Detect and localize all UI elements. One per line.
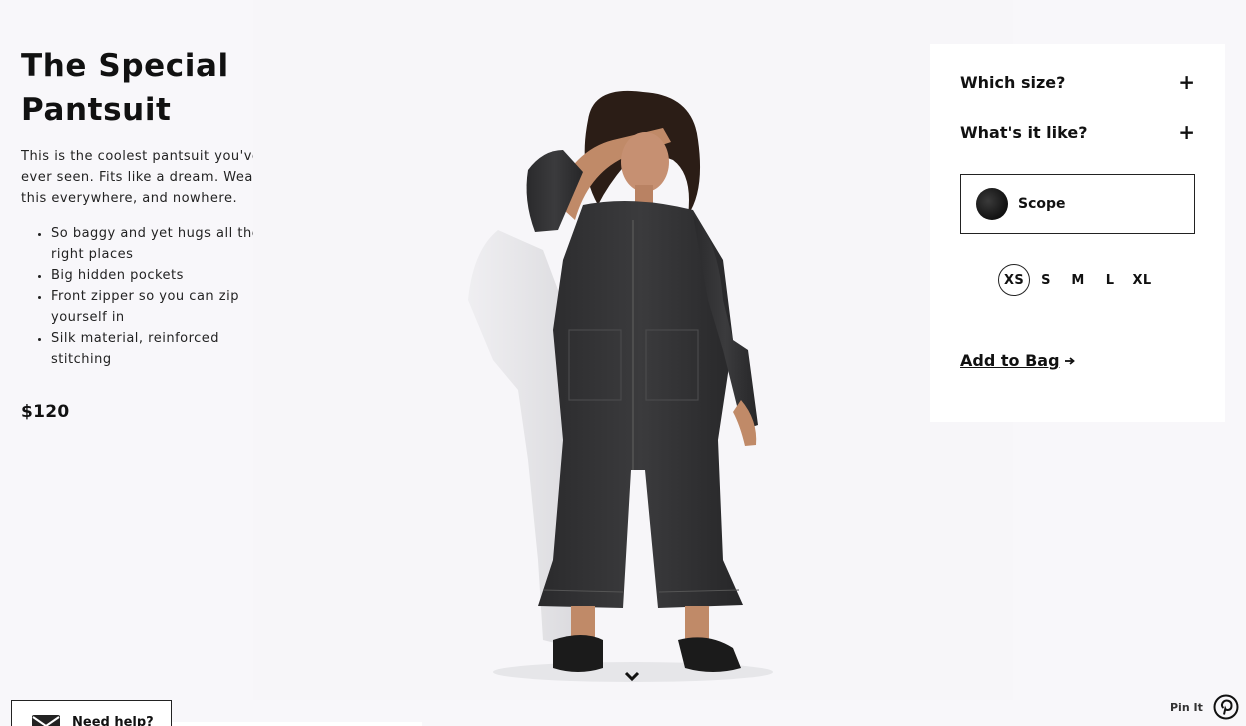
product-title: The Special Pantsuit — [21, 44, 281, 132]
accordion-label: What's it like? — [960, 122, 1088, 142]
color-swatch — [976, 188, 1008, 220]
accordion-which-size[interactable]: Which size? + — [960, 71, 1195, 93]
feature-item: Big hidden pockets — [38, 265, 281, 286]
feature-list: So baggy and yet hugs all the right plac… — [21, 223, 281, 370]
chevron-down-icon[interactable] — [624, 670, 640, 682]
feature-item: Front zipper so you can zip yourself in — [38, 286, 281, 328]
product-title-line1: The Special — [21, 48, 229, 84]
add-to-bag-button[interactable]: Add to Bag — [960, 351, 1076, 370]
size-selector: XS S M L XL — [998, 264, 1158, 296]
purchase-panel: Which size? + What's it like? + Scope XS… — [930, 44, 1225, 422]
pinterest-icon — [1213, 694, 1239, 720]
pin-it-button[interactable]: Pin It — [1170, 694, 1239, 720]
pin-it-label: Pin It — [1170, 700, 1203, 714]
envelope-icon — [32, 715, 60, 726]
size-option-s[interactable]: S — [1030, 264, 1062, 296]
size-option-m[interactable]: M — [1062, 264, 1094, 296]
product-photo — [253, 0, 1013, 700]
color-selector[interactable]: Scope — [960, 174, 1195, 234]
need-help-label: Need help? — [72, 715, 154, 726]
product-info: The Special Pantsuit This is the coolest… — [21, 44, 281, 422]
size-option-xs[interactable]: XS — [998, 264, 1030, 296]
plus-icon: + — [1178, 70, 1195, 94]
color-label: Scope — [1018, 196, 1066, 212]
product-price: $120 — [21, 402, 70, 422]
accordion-whats-it-like[interactable]: What's it like? + — [960, 121, 1195, 143]
feature-item: Silk material, reinforced stitching — [38, 328, 281, 370]
product-title-line2: Pantsuit — [21, 92, 172, 128]
product-description: This is the coolest pantsuit you've ever… — [21, 149, 261, 206]
arrow-right-icon — [1064, 356, 1075, 365]
feature-item: So baggy and yet hugs all the right plac… — [38, 223, 281, 265]
add-to-bag-label: Add to Bag — [960, 351, 1060, 370]
accordion-label: Which size? — [960, 72, 1066, 92]
size-option-xl[interactable]: XL — [1126, 264, 1158, 296]
need-help-button[interactable]: Need help? — [11, 700, 172, 726]
plus-icon: + — [1178, 120, 1195, 144]
size-option-l[interactable]: L — [1094, 264, 1126, 296]
face — [621, 132, 669, 192]
model-illustration — [253, 0, 1013, 700]
footer-strip — [172, 722, 422, 726]
